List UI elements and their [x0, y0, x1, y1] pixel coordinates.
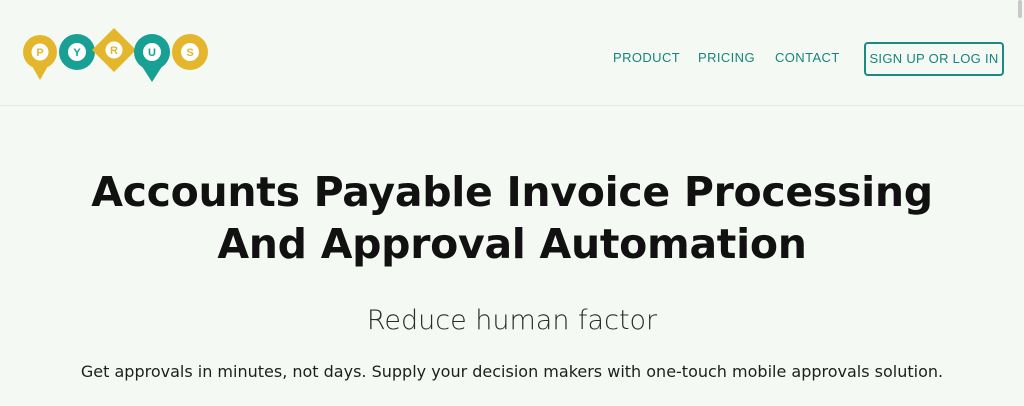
scrollbar-thumb[interactable]	[1018, 0, 1022, 18]
hero-subtitle: Reduce human factor	[366, 305, 658, 336]
hero-title: Accounts Payable Invoice Processing And …	[91, 168, 933, 268]
pyrus-logo[interactable]: P Y R U S	[20, 24, 212, 84]
nav-link-contact[interactable]: CONTACT	[775, 50, 840, 66]
logo-letter-s: S	[172, 34, 208, 70]
site-header: P Y R U S PRODUCT PRICING CONTACT SIGN U…	[0, 0, 1024, 106]
svg-text:U: U	[148, 47, 156, 59]
nav-link-product[interactable]: PRODUCT	[613, 50, 680, 66]
sign-up-or-log-in-button[interactable]: SIGN UP OR LOG IN	[864, 42, 1004, 76]
logo-letter-p: P	[23, 35, 57, 80]
logo-letter-y: Y	[59, 34, 95, 70]
logo-letter-u: U	[134, 34, 170, 82]
pyrus-logo-icon: P Y R U S	[23, 28, 208, 82]
nav-link-pricing[interactable]: PRICING	[698, 50, 755, 66]
svg-text:S: S	[186, 47, 193, 59]
svg-text:Y: Y	[73, 47, 81, 59]
svg-text:P: P	[36, 47, 43, 59]
svg-text:R: R	[110, 45, 118, 57]
logo-letter-r: R	[92, 28, 136, 72]
hero-description: Get approvals in minutes, not days. Supp…	[80, 362, 944, 381]
